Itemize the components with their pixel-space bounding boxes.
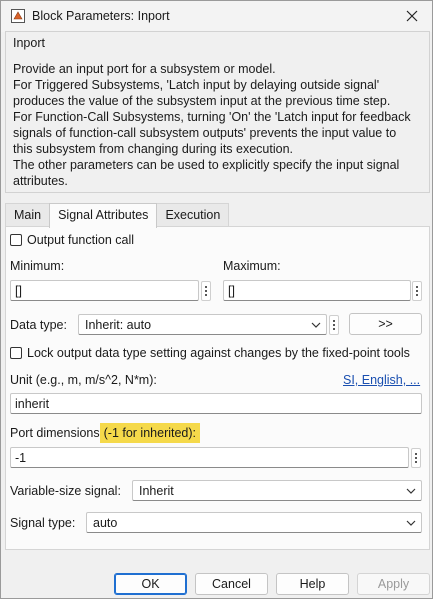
port-dimensions-label: Port dimensions (-1 for inherited):	[10, 423, 201, 443]
port-dimensions-options-button[interactable]	[411, 448, 421, 468]
description-line: Provide an input port for a subsystem or…	[13, 62, 276, 76]
lock-output-label: Lock output data type setting against ch…	[27, 346, 410, 360]
close-icon	[406, 10, 418, 22]
description-line: For Triggered Subsystems, 'Latch input b…	[13, 78, 380, 92]
cancel-button[interactable]: Cancel	[195, 573, 268, 595]
maximum-label: Maximum:	[223, 259, 281, 273]
tab-execution[interactable]: Execution	[156, 203, 230, 227]
more-options-icon	[416, 286, 418, 288]
unit-label: Unit (e.g., m, m/s^2, N*m):	[10, 373, 157, 387]
tab-signal-attributes[interactable]: Signal Attributes	[49, 203, 158, 228]
description-line: For Function-Call Subsystems, turning 'O…	[13, 110, 411, 124]
group-title: Inport	[13, 36, 45, 50]
tab-main[interactable]: Main	[5, 203, 51, 227]
more-options-icon	[205, 286, 207, 288]
close-button[interactable]	[394, 2, 430, 30]
description-line: The other parameters can be used to expl…	[13, 158, 400, 172]
chevron-down-icon	[406, 520, 416, 526]
description-line: signals of function-call subsystem outpu…	[13, 126, 397, 140]
lock-output-checkbox[interactable]	[10, 347, 22, 359]
port-dimensions-input[interactable]: -1	[10, 447, 409, 468]
output-function-call-label: Output function call	[27, 233, 135, 247]
minimum-options-button[interactable]	[201, 281, 211, 301]
more-options-icon	[333, 320, 335, 322]
maximum-options-button[interactable]	[412, 281, 422, 301]
data-type-assistant-button[interactable]: >>	[349, 313, 422, 335]
data-type-select[interactable]: Inherit: auto	[78, 314, 327, 335]
signal-type-label: Signal type:	[10, 516, 76, 530]
block-parameters-dialog: Block Parameters: Inport Inport Provide …	[0, 0, 433, 599]
data-type-value: Inherit: auto	[85, 318, 152, 332]
description-group: Inport Provide an input port for a subsy…	[5, 31, 430, 193]
more-options-icon	[415, 453, 417, 455]
port-dimensions-label-prefix: Port dimensions	[10, 426, 100, 440]
signal-attributes-panel: Output function call Minimum: Maximum: […	[5, 226, 430, 550]
description-line: produces the value of the subsystem inpu…	[13, 94, 391, 108]
output-function-call-checkbox[interactable]	[10, 234, 22, 246]
tab-bar: Main Signal Attributes Execution	[5, 203, 230, 228]
block-description: Provide an input port for a subsystem or…	[13, 61, 425, 189]
signal-type-value: auto	[93, 516, 118, 530]
description-line: attributes.	[13, 174, 68, 188]
minimum-input[interactable]: []	[10, 280, 199, 301]
data-type-options-button[interactable]	[329, 315, 339, 335]
variable-size-value: Inherit	[139, 484, 174, 498]
unit-system-link[interactable]: SI, English, ...	[343, 373, 420, 387]
variable-size-label: Variable-size signal:	[10, 484, 121, 498]
chevron-down-icon	[311, 322, 321, 328]
minimum-label: Minimum:	[10, 259, 65, 273]
port-dimensions-highlight: (-1 for inherited):	[99, 423, 201, 443]
data-type-label: Data type:	[10, 318, 67, 332]
title-bar: Block Parameters: Inport	[1, 1, 432, 32]
variable-size-select[interactable]: Inherit	[132, 480, 422, 501]
unit-input[interactable]: inherit	[10, 393, 422, 414]
window-title: Block Parameters: Inport	[32, 9, 170, 23]
ok-button[interactable]: OK	[114, 573, 187, 595]
apply-button[interactable]: Apply	[357, 573, 430, 595]
simulink-block-icon	[11, 9, 25, 23]
chevron-down-icon	[406, 488, 416, 494]
description-line: this subsystem from changing during its …	[13, 142, 293, 156]
signal-type-select[interactable]: auto	[86, 512, 422, 533]
maximum-input[interactable]: []	[223, 280, 411, 301]
help-button[interactable]: Help	[276, 573, 349, 595]
